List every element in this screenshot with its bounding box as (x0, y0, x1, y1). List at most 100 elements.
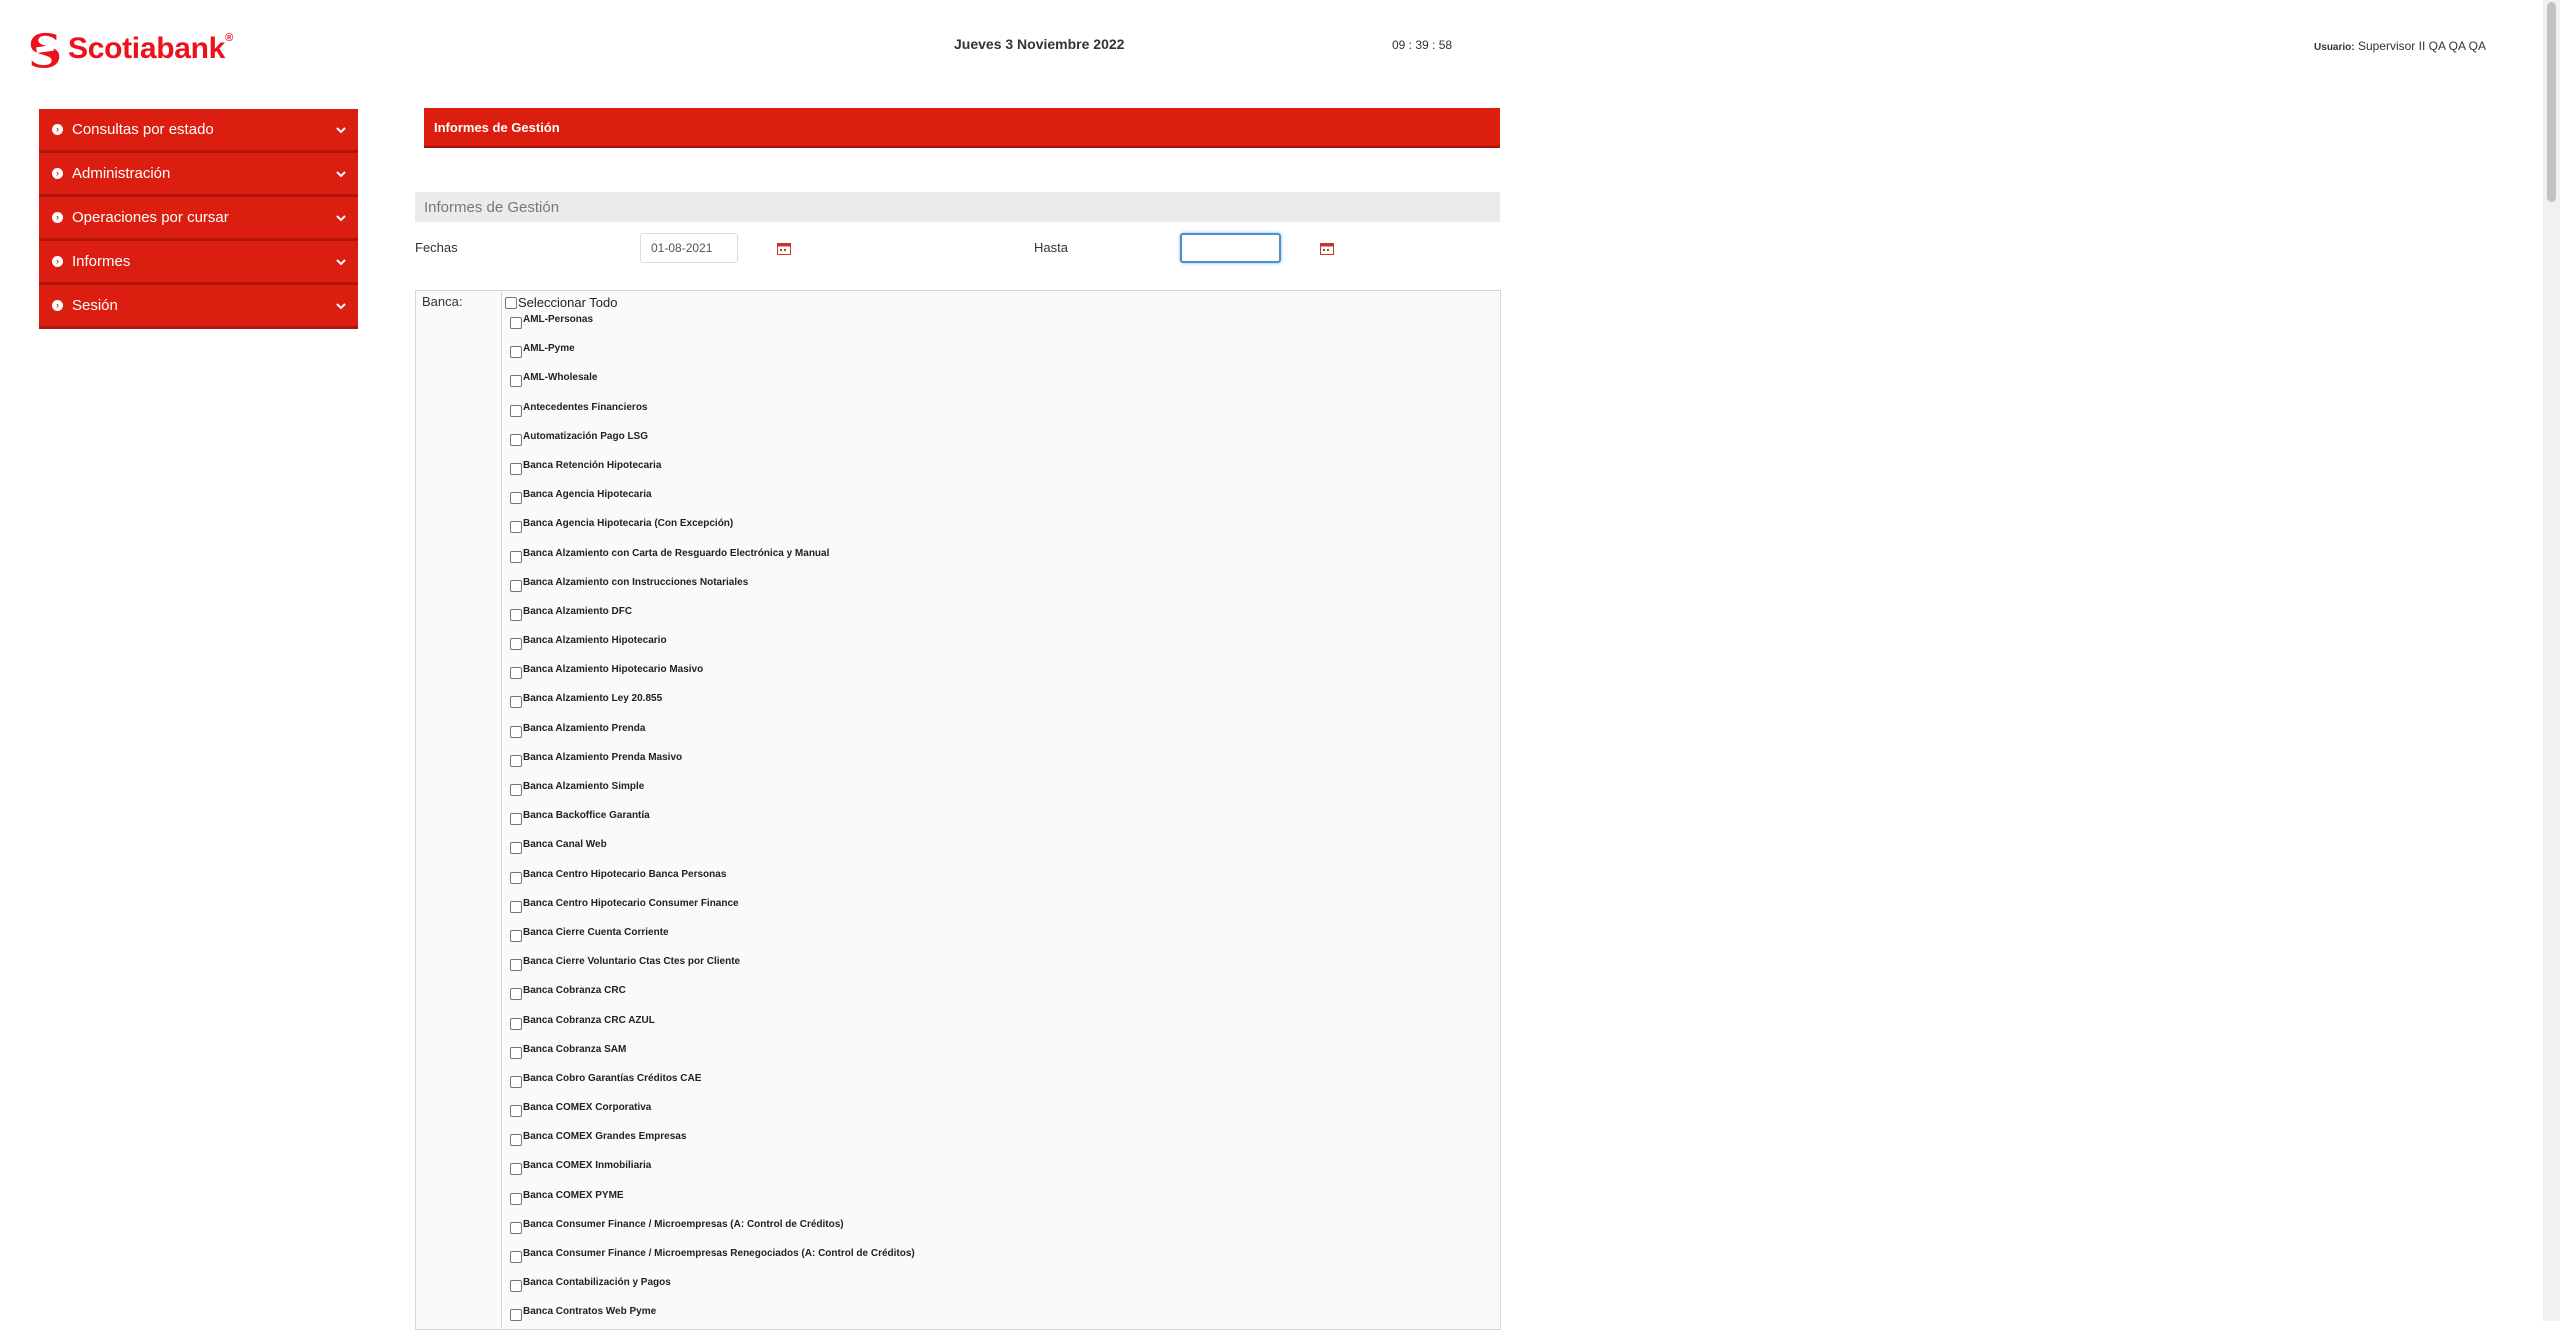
banca-option-checkbox[interactable] (510, 842, 522, 855)
banca-option-checkbox[interactable] (510, 1017, 522, 1030)
banca-option-checkbox[interactable] (510, 1075, 522, 1088)
banca-option-label: Banca Alzamiento Hipotecario Masivo (523, 664, 704, 676)
banca-option[interactable]: AML-Personas (510, 314, 915, 343)
banca-option[interactable]: Banca Alzamiento Prenda Masivo (510, 752, 915, 781)
banca-option[interactable]: Banca Cierre Cuenta Corriente (510, 927, 915, 956)
current-date: Jueves 3 Noviembre 2022 (954, 36, 1125, 52)
banca-option[interactable]: Banca Cierre Voluntario Ctas Ctes por Cl… (510, 956, 915, 985)
sidebar-item-sesion[interactable]: › Sesión (39, 285, 358, 329)
sidebar-menu: › Consultas por estado › Administración … (39, 109, 358, 329)
banca-option[interactable]: Banca Agencia Hipotecaria (510, 489, 915, 518)
banca-option-label: Banca Cobro Garantías Créditos CAE (523, 1072, 702, 1084)
banca-option-checkbox[interactable] (510, 871, 522, 884)
banca-option-label: Banca Alzamiento DFC (523, 605, 633, 617)
banca-option-checkbox[interactable] (510, 346, 522, 359)
banca-option-checkbox[interactable] (510, 813, 522, 826)
banca-option-checkbox[interactable] (510, 1192, 522, 1205)
banca-option-checkbox[interactable] (510, 521, 522, 534)
banca-option-label: Banca Centro Hipotecario Banca Personas (523, 868, 727, 880)
banca-option[interactable]: Banca Cobranza SAM (510, 1044, 915, 1073)
banca-option[interactable]: Banca COMEX Inmobiliaria (510, 1160, 915, 1189)
banca-option-label: Banca Alzamiento con Carta de Resguardo … (523, 547, 830, 559)
banca-option-label: AML-Wholesale (523, 372, 598, 384)
banca-option[interactable]: Banca Centro Hipotecario Banca Personas (510, 869, 915, 898)
banca-option-checkbox[interactable] (510, 462, 522, 475)
banca-option-checkbox[interactable] (510, 929, 522, 942)
banca-option-checkbox[interactable] (510, 1280, 522, 1293)
chevron-down-icon (336, 214, 346, 221)
banca-option-checkbox[interactable] (510, 579, 522, 592)
arrow-circle-icon: › (52, 168, 63, 179)
banca-option-checkbox[interactable] (510, 1046, 522, 1059)
banca-option[interactable]: AML-Pyme (510, 343, 915, 372)
banca-option[interactable]: Banca Alzamiento DFC (510, 606, 915, 635)
banca-option[interactable]: Banca Alzamiento Simple (510, 781, 915, 810)
sidebar-item-consultas-por-estado[interactable]: › Consultas por estado (39, 109, 358, 153)
banca-option-checkbox[interactable] (510, 725, 522, 738)
banca-option-checkbox[interactable] (510, 988, 522, 1001)
banca-option-label: Banca COMEX Grandes Empresas (523, 1131, 687, 1143)
banca-option-checkbox[interactable] (510, 900, 522, 913)
banca-option[interactable]: Banca Contabilización y Pagos (510, 1277, 915, 1306)
banca-option[interactable]: Banca Alzamiento Prenda (510, 723, 915, 752)
banca-option-checkbox[interactable] (510, 696, 522, 709)
vertical-scrollbar[interactable] (2543, 0, 2560, 1321)
banca-option[interactable]: Banca Alzamiento con Carta de Resguardo … (510, 548, 915, 577)
banca-option-checkbox[interactable] (510, 1309, 522, 1322)
banca-option-checkbox[interactable] (510, 754, 522, 767)
banca-option-checkbox[interactable] (510, 404, 522, 417)
banca-option[interactable]: Banca Retención Hipotecaria (510, 460, 915, 489)
banca-option-label: Banca COMEX PYME (523, 1189, 624, 1201)
banca-option-label: Banca Alzamiento Prenda Masivo (523, 751, 683, 763)
select-all-checkbox[interactable] (505, 296, 517, 309)
banca-option-checkbox[interactable] (510, 608, 522, 621)
banca-option-label: Banca Cobranza CRC AZUL (523, 1014, 655, 1026)
banca-option[interactable]: Banca Alzamiento con Instrucciones Notar… (510, 577, 915, 606)
fecha-hasta-input[interactable] (1180, 233, 1281, 263)
banca-option[interactable]: Banca Alzamiento Ley 20.855 (510, 693, 915, 722)
sidebar-item-operaciones-por-cursar[interactable]: › Operaciones por cursar (39, 197, 358, 241)
banca-option-label: Banca Alzamiento Simple (523, 781, 645, 792)
banca-option[interactable]: Banca Alzamiento Hipotecario Masivo (510, 664, 915, 693)
banca-option-label: Banca Alzamiento Hipotecario (523, 635, 667, 647)
banca-option-checkbox[interactable] (510, 1163, 522, 1176)
chevron-down-icon (336, 170, 346, 177)
select-all-option[interactable]: Seleccionar Todo (505, 295, 618, 310)
banca-option-checkbox[interactable] (510, 1134, 522, 1147)
sidebar-item-informes[interactable]: › Informes (39, 241, 358, 285)
banca-option-checkbox[interactable] (510, 1105, 522, 1118)
banca-option-checkbox[interactable] (510, 667, 522, 680)
banca-option[interactable]: Banca Agencia Hipotecaria (Con Excepción… (510, 518, 915, 547)
banca-option[interactable]: Banca Canal Web (510, 839, 915, 868)
banca-option[interactable]: Banca Centro Hipotecario Consumer Financ… (510, 898, 915, 927)
banca-option[interactable]: Banca Cobranza CRC AZUL (510, 1015, 915, 1044)
banca-option[interactable]: Banca Cobranza CRC (510, 985, 915, 1014)
banca-option[interactable]: AML-Wholesale (510, 372, 915, 401)
fecha-desde-input[interactable] (640, 233, 738, 263)
scrollbar-thumb[interactable] (2547, 2, 2556, 202)
banca-option-checkbox[interactable] (510, 492, 522, 505)
banca-option[interactable]: Banca COMEX PYME (510, 1190, 915, 1219)
banca-option[interactable]: Banca Consumer Finance / Microempresas (… (510, 1219, 915, 1248)
calendar-icon[interactable] (777, 242, 791, 255)
banca-option-checkbox[interactable] (510, 784, 522, 796)
banca-option-checkbox[interactable] (510, 1251, 522, 1263)
banca-option-checkbox[interactable] (510, 1221, 522, 1234)
banca-option-checkbox[interactable] (510, 317, 522, 329)
banca-option[interactable]: Banca Consumer Finance / Microempresas R… (510, 1248, 915, 1277)
calendar-icon[interactable] (1320, 242, 1334, 255)
banca-option[interactable]: Banca COMEX Corporativa (510, 1102, 915, 1131)
scotiabank-logo[interactable]: Scotiabank® (26, 30, 233, 68)
banca-option-checkbox[interactable] (510, 550, 522, 563)
banca-option-checkbox[interactable] (510, 959, 522, 972)
banca-option[interactable]: Automatización Pago LSG (510, 431, 915, 460)
banca-option[interactable]: Banca Cobro Garantías Créditos CAE (510, 1073, 915, 1102)
sidebar-item-administracion[interactable]: › Administración (39, 153, 358, 197)
banca-option-checkbox[interactable] (510, 638, 522, 651)
banca-option-checkbox[interactable] (510, 433, 522, 446)
banca-option[interactable]: Banca Alzamiento Hipotecario (510, 635, 915, 664)
banca-option-checkbox[interactable] (510, 375, 522, 388)
banca-option[interactable]: Antecedentes Financieros (510, 402, 915, 431)
banca-option[interactable]: Banca Backoffice Garantía (510, 810, 915, 839)
banca-option[interactable]: Banca COMEX Grandes Empresas (510, 1131, 915, 1160)
